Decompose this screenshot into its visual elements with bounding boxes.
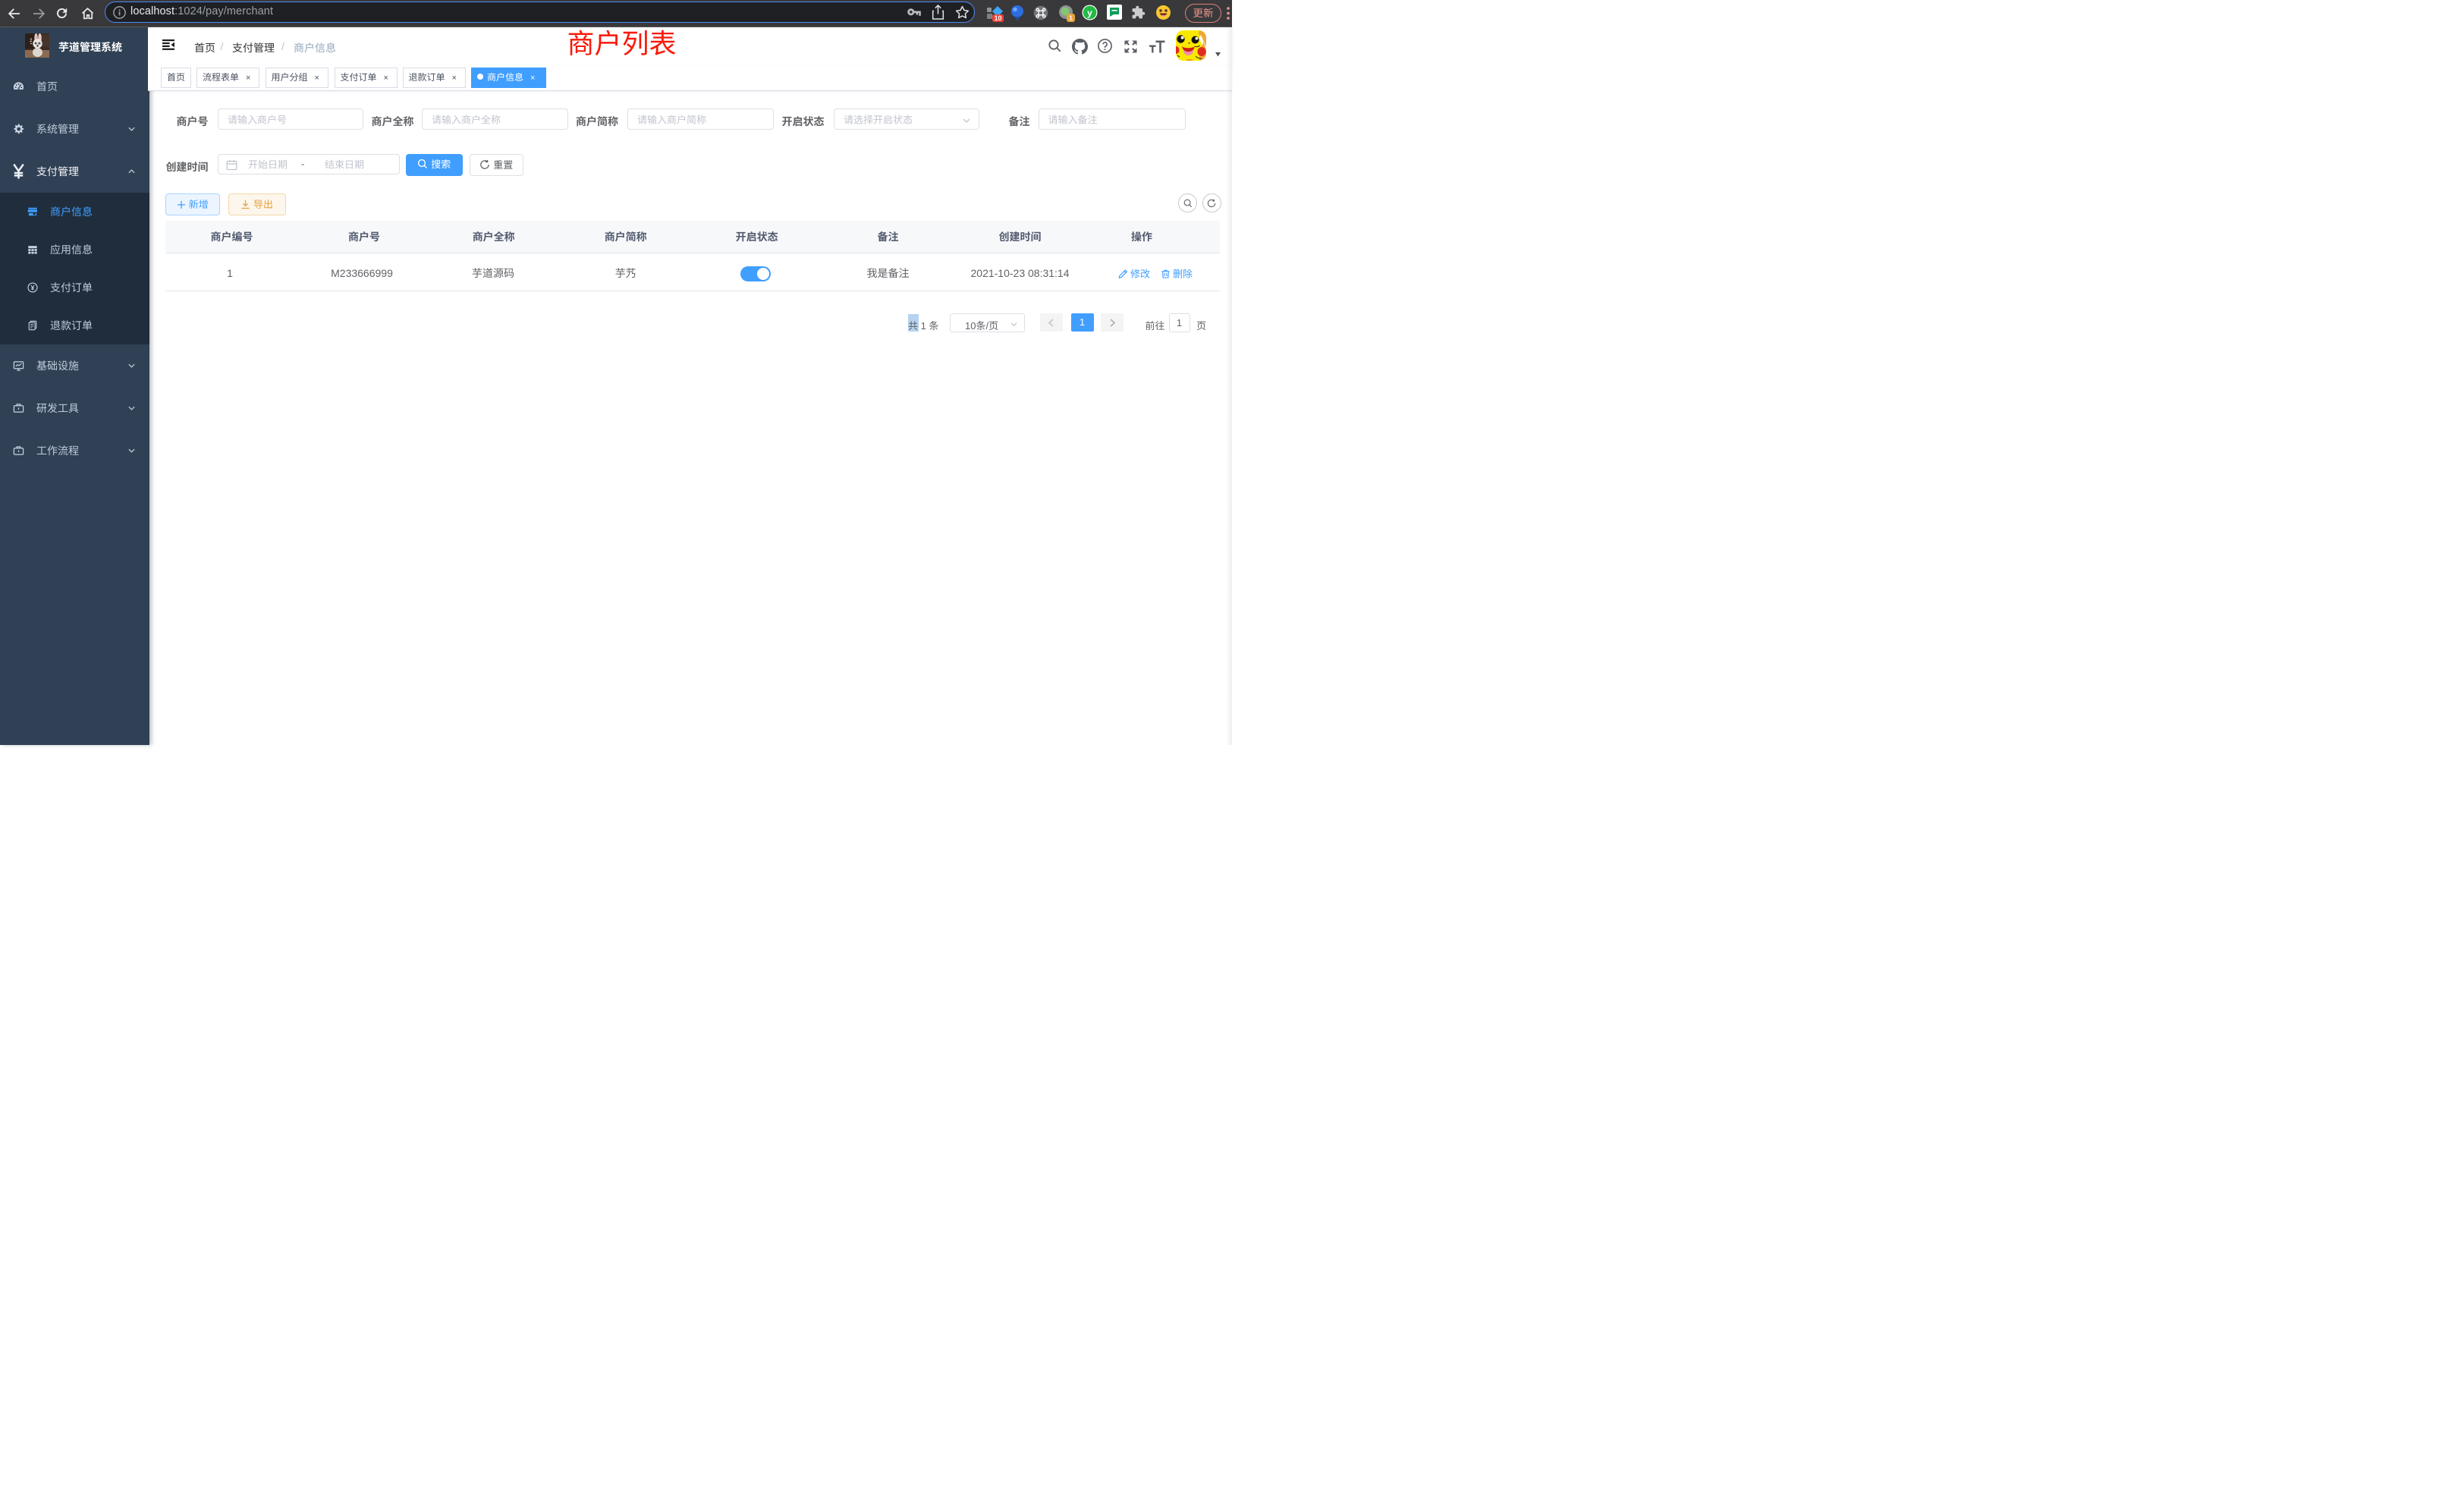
- svg-text:1: 1: [1069, 14, 1073, 22]
- svg-text:y: y: [1087, 8, 1092, 18]
- svg-text:10: 10: [994, 14, 1001, 22]
